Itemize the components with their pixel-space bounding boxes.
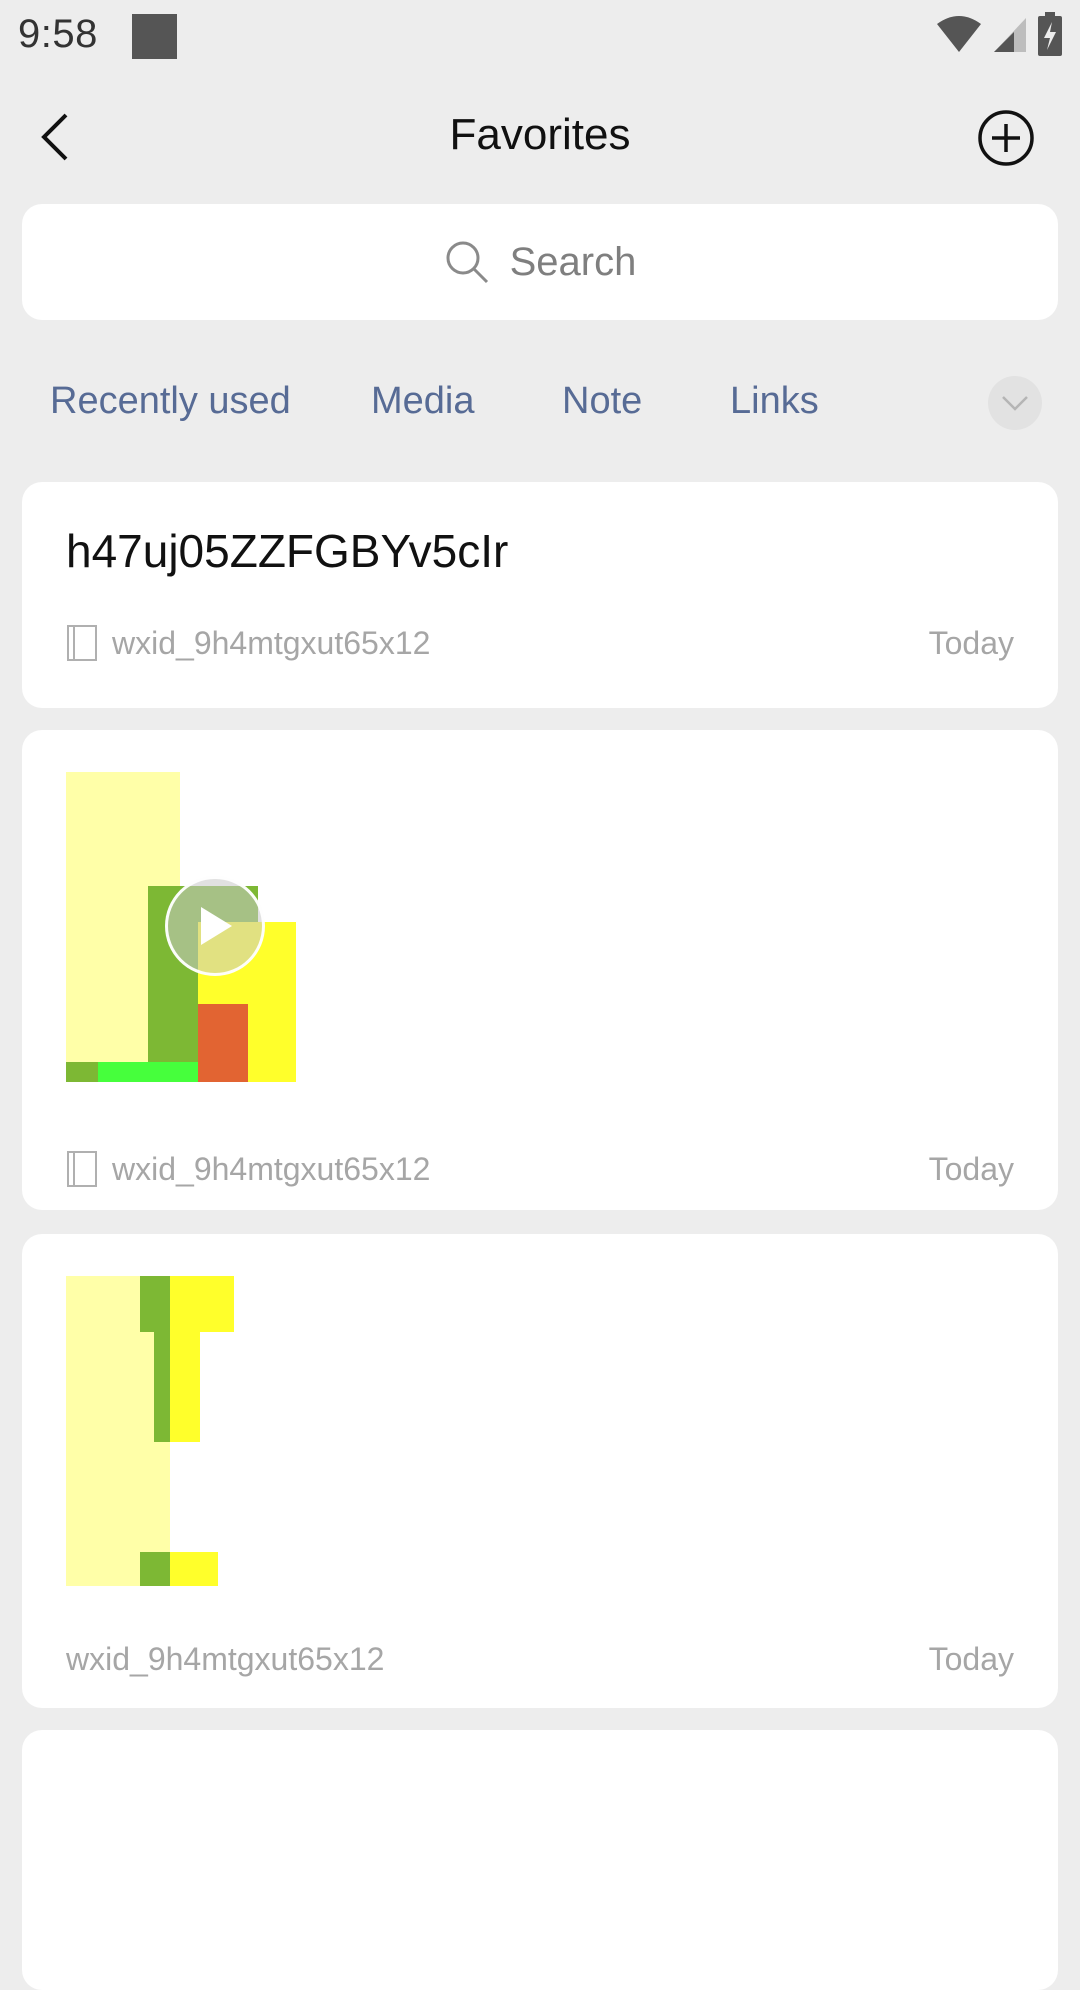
book-icon (67, 1151, 97, 1187)
favorite-item-footer: wxid_9h4mtgxut65x12 Today (66, 618, 1014, 668)
image-thumbnail (66, 1276, 246, 1586)
tab-media[interactable]: Media (371, 380, 475, 423)
favorite-item-source: wxid_9h4mtgxut65x12 (66, 624, 430, 662)
play-button[interactable] (165, 876, 265, 976)
notification-icon (132, 14, 177, 59)
source-label: wxid_9h4mtgxut65x12 (66, 1640, 385, 1677)
book-icon (67, 625, 97, 661)
favorite-item-footer: wxid_9h4mtgxut65x12 Today (66, 1144, 1014, 1194)
expand-tabs-button[interactable] (988, 376, 1042, 430)
tab-links[interactable]: Links (730, 380, 819, 423)
favorite-item[interactable] (22, 1730, 1058, 1990)
status-time: 9:58 (18, 12, 98, 56)
cellular-signal-icon (994, 18, 1026, 52)
favorite-item-text[interactable]: h47uj05ZZFGBYv5cIr wxid_9h4mtgxut65x12 T… (22, 482, 1058, 708)
play-icon (201, 907, 232, 945)
favorite-item-footer: wxid_9h4mtgxut65x12 Today (66, 1634, 1014, 1684)
search-input[interactable]: Search (22, 204, 1058, 320)
wifi-icon (937, 16, 981, 52)
status-bar: 9:58 (0, 0, 1080, 74)
favorite-item-source: wxid_9h4mtgxut65x12 (66, 1150, 430, 1188)
favorite-item-image[interactable]: wxid_9h4mtgxut65x12 Today (22, 1234, 1058, 1708)
source-label: wxid_9h4mtgxut65x12 (112, 624, 431, 661)
status-icons (936, 12, 1062, 56)
plus-circle-icon (978, 110, 1034, 166)
date-label: Today (928, 1640, 1014, 1677)
battery-charging-icon (1038, 12, 1062, 56)
favorite-item-source: wxid_9h4mtgxut65x12 (66, 1641, 384, 1678)
tab-recently-used[interactable]: Recently used (50, 380, 291, 423)
source-label: wxid_9h4mtgxut65x12 (112, 1150, 431, 1187)
search-icon (446, 241, 488, 284)
favorite-item-video[interactable]: wxid_9h4mtgxut65x12 Today (22, 730, 1058, 1210)
search-placeholder: Search (509, 239, 637, 284)
category-tabs: Recently used Media Note Links (0, 370, 1080, 440)
page-title: Favorites (449, 110, 631, 159)
date-label: Today (928, 624, 1014, 661)
date-label: Today (928, 1150, 1014, 1187)
tab-note[interactable]: Note (562, 380, 642, 423)
favorite-item-title: h47uj05ZZFGBYv5cIr (66, 525, 509, 577)
header: Favorites (0, 74, 1080, 204)
chevron-down-icon (1002, 396, 1028, 411)
add-button[interactable] (976, 108, 1036, 168)
